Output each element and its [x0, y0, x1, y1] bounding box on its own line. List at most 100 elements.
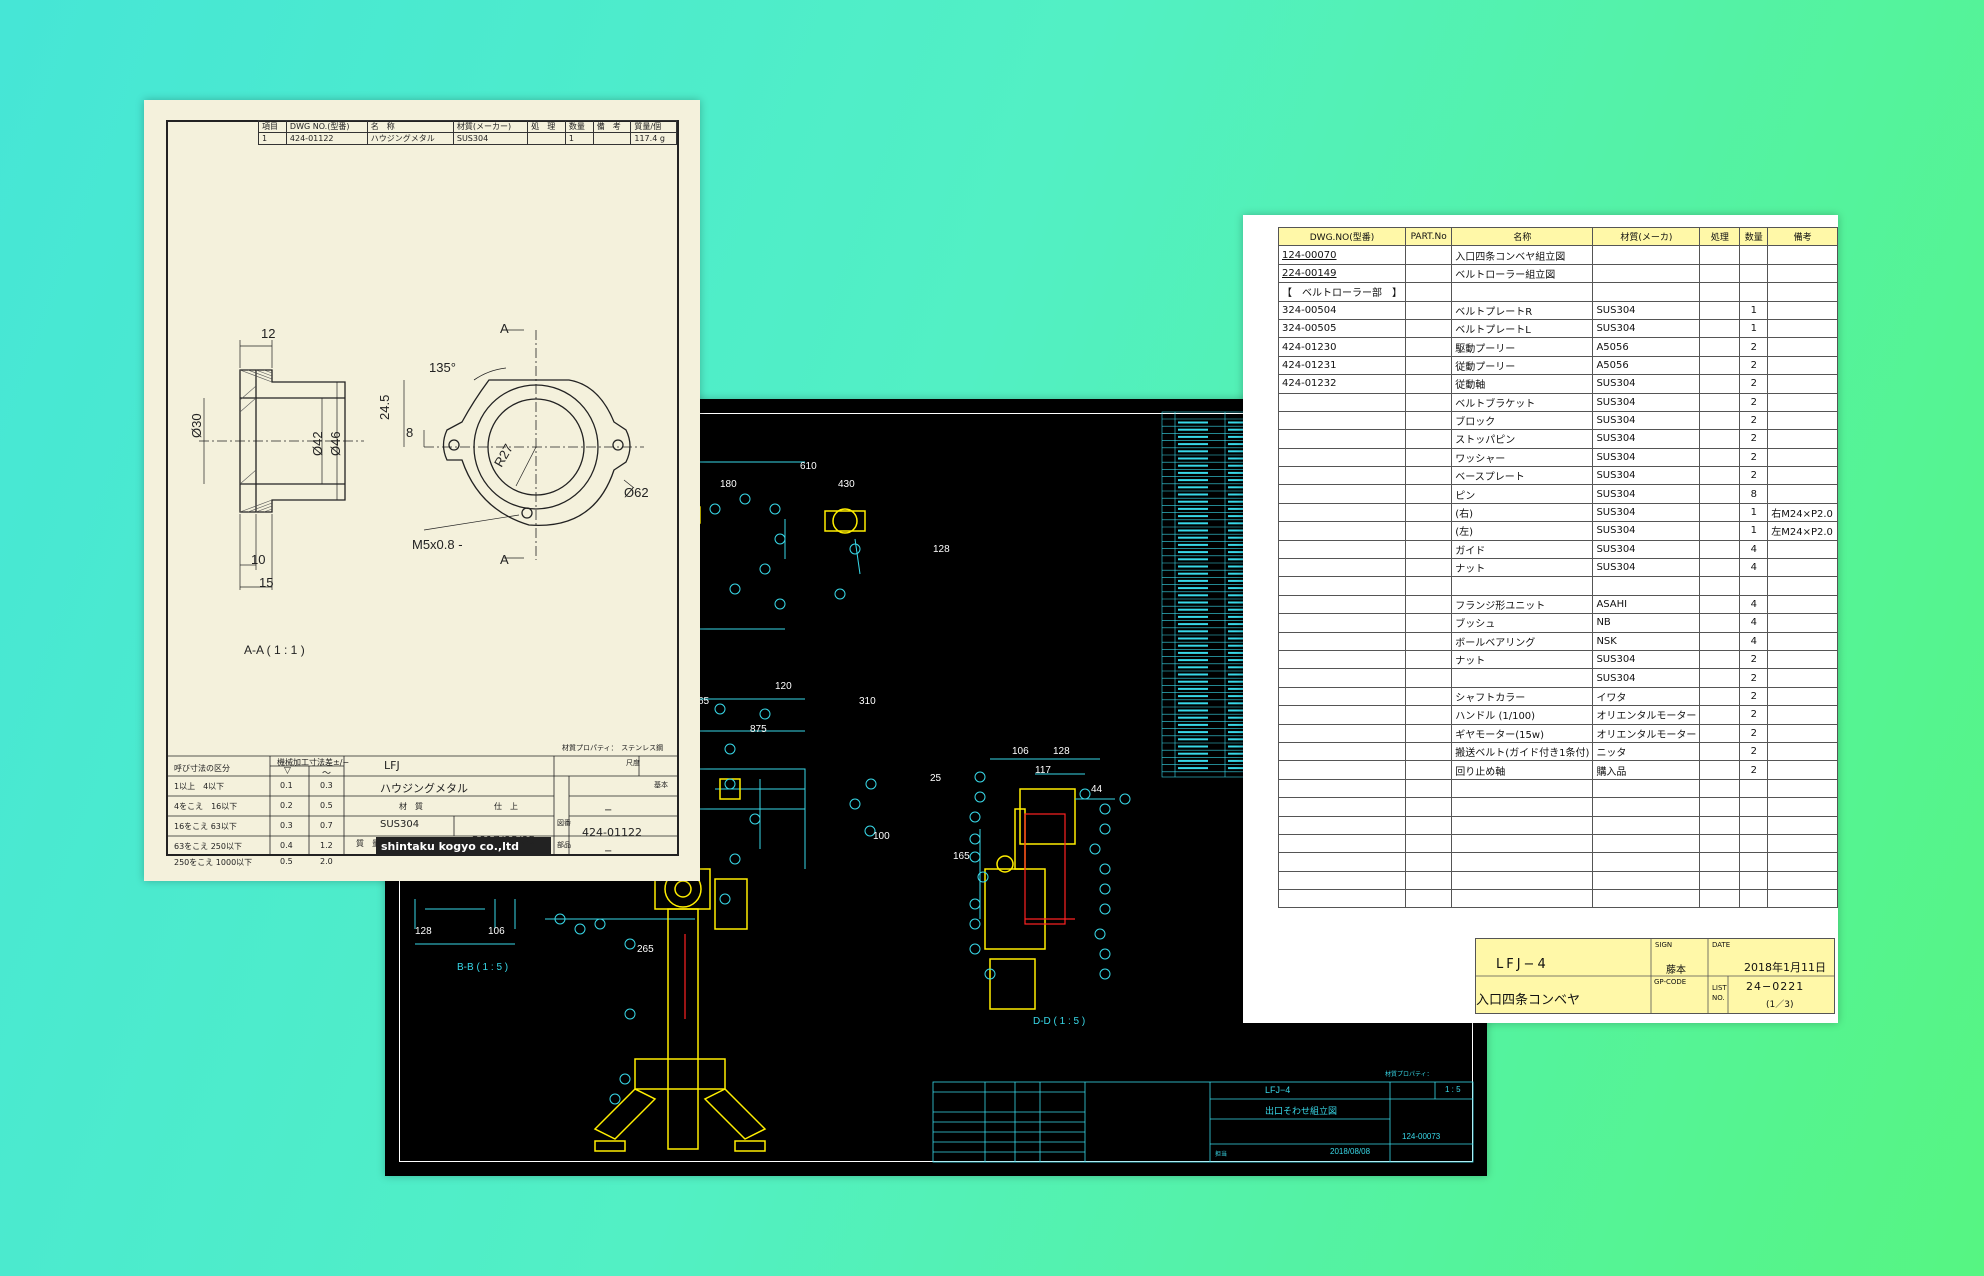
- parts-list-row: 324-00505 ベルトプレートL SUS304 1: [1278, 318, 1838, 339]
- sheet-count: (1／3): [1766, 1000, 1794, 1010]
- dim-106-bottom: 106: [488, 926, 505, 937]
- dim-8: 8: [406, 425, 414, 440]
- cell-material: SUS304: [1592, 502, 1701, 523]
- cell-material: [1592, 245, 1701, 265]
- cell-treatment: [1699, 318, 1741, 339]
- cell-name: ナット: [1451, 558, 1594, 578]
- cell-dwg-no: [1278, 705, 1406, 725]
- finish-label: 仕 上: [494, 802, 518, 811]
- cell-part-no: [1404, 429, 1453, 449]
- cell-qty: 4: [1739, 558, 1769, 578]
- cell-note: [1767, 870, 1838, 891]
- cell-note: [1767, 337, 1838, 357]
- cell-dwg-no: 424-01231: [1278, 355, 1406, 376]
- dim-44: 44: [1091, 784, 1103, 795]
- cell-name: [1451, 668, 1594, 688]
- cell-qty: [1739, 833, 1769, 854]
- cell-dwg-no: [1278, 466, 1406, 486]
- header-note: 備考: [1767, 226, 1838, 247]
- parts-list-row: ピン SUS304 8: [1278, 484, 1838, 504]
- cell-treatment: [1699, 613, 1741, 633]
- cad-date: 2018/08/08: [1330, 1147, 1371, 1156]
- parts-list-row: ブッシュ NB 4: [1278, 613, 1838, 633]
- cell-note: [1767, 852, 1838, 872]
- cell-part-no: [1404, 778, 1453, 799]
- cell-dwg-no: [1278, 521, 1406, 541]
- parts-list-row: ワッシャー SUS304 2: [1278, 447, 1838, 468]
- cad-checker: 担当: [1215, 1152, 1228, 1158]
- cell-note: [1767, 797, 1838, 817]
- cell-material: [1592, 263, 1701, 284]
- cell-note: [1767, 686, 1838, 707]
- cell-treatment: [1699, 870, 1741, 891]
- cell-note: [1767, 594, 1838, 615]
- parts-list-row: 搬送ベルト(ガイド付き1条付) ニッタ 2: [1278, 741, 1838, 762]
- dim-610: 610: [800, 461, 817, 472]
- parts-list-table: DWG.NO(型番) PART.No 名称 材質(メーカ) 処理 数量 備考 1…: [1278, 226, 1838, 909]
- cell-qty: 2: [1739, 447, 1769, 468]
- cell-treatment: [1699, 649, 1741, 670]
- dim-24-5: 24.5: [377, 394, 392, 420]
- cell-treatment: [1699, 539, 1741, 560]
- cell-qty: [1739, 263, 1769, 284]
- part-drawing-sheet: 項目 DWG NO.(型番) 名 称 材質(メーカー) 処 理 数量 備 考 質…: [144, 100, 700, 881]
- cell-dwg-no: [1278, 649, 1406, 670]
- view-label-dd: D-D ( 1 : 5 ): [1033, 1016, 1086, 1027]
- dim-875: 875: [750, 724, 767, 735]
- company-name: shintaku kogyo co.,ltd: [381, 840, 519, 853]
- cell-part-no: [1404, 558, 1453, 578]
- cell-material: SUS304: [1592, 318, 1701, 339]
- cell-treatment: [1699, 558, 1741, 578]
- cell-name: [1451, 778, 1594, 799]
- cell-part-no: [1404, 741, 1453, 762]
- cell-qty: 2: [1739, 410, 1769, 431]
- cell-qty: 2: [1739, 686, 1769, 707]
- cell-qty: 8: [1739, 484, 1769, 504]
- dim-310: 310: [859, 696, 876, 707]
- cell-name: ピン: [1451, 484, 1594, 504]
- cell-dwg-no: [1278, 558, 1406, 578]
- cell-material: SUS304: [1592, 484, 1701, 504]
- drawing-number: 424-01122: [582, 826, 642, 839]
- cell-name: ストッパピン: [1451, 429, 1594, 449]
- dim-106-right: 106: [1012, 746, 1029, 757]
- cell-treatment: [1699, 797, 1741, 817]
- cell-qty: 1: [1739, 300, 1769, 320]
- cell-qty: 2: [1739, 355, 1769, 376]
- tolerance-range: 4をこえ 16以下: [174, 802, 238, 811]
- cell-note: [1767, 631, 1838, 651]
- parts-list-row: 【 ベルトローラー部 】: [1278, 282, 1838, 302]
- cell-dwg-no: 324-00505: [1278, 318, 1406, 339]
- cell-dwg-no: [1278, 778, 1406, 799]
- cell-note: [1767, 374, 1838, 394]
- cell-material: SUS304: [1592, 668, 1701, 688]
- cell-material: [1592, 797, 1701, 817]
- cell-name: フランジ形ユニット: [1451, 594, 1594, 615]
- cell-treatment: [1699, 447, 1741, 468]
- dim-135-angle: 135°: [429, 360, 456, 375]
- cell-dwg-no[interactable]: 224-00149: [1278, 263, 1406, 284]
- section-view-label: A-A ( 1 : 1 ): [244, 643, 305, 657]
- cell-dwg-no: [1278, 815, 1406, 835]
- list-no-label: LIST NO.: [1712, 984, 1727, 1002]
- cell-name: ハンドル (1/100): [1451, 705, 1594, 725]
- cell-material: イワタ: [1592, 686, 1701, 707]
- cell-name: [1451, 282, 1594, 302]
- parts-list-row: 424-01232 従動軸 SUS304 2: [1278, 374, 1838, 394]
- cell-material: SUS304: [1592, 539, 1701, 560]
- cell-dwg-no: [1278, 889, 1406, 909]
- cell-part-no: [1404, 649, 1453, 670]
- cell-qty: 1: [1739, 502, 1769, 523]
- cell-dwg-no[interactable]: 124-00070: [1278, 245, 1406, 265]
- cell-treatment: [1699, 852, 1741, 872]
- cell-qty: 4: [1739, 539, 1769, 560]
- cell-part-no: [1404, 539, 1453, 560]
- project-name: LFJ: [384, 759, 400, 772]
- cell-dwg-no: 424-01232: [1278, 374, 1406, 394]
- parts-list-row: SUS304 2: [1278, 668, 1838, 688]
- cell-material: SUS304: [1592, 374, 1701, 394]
- list-date: 2018年1月11日: [1744, 961, 1826, 974]
- list-no: 24−0221: [1746, 980, 1805, 993]
- cell-dwg-no: [1278, 539, 1406, 560]
- parts-list-row: 424-01230 駆動プーリー A5056 2: [1278, 337, 1838, 357]
